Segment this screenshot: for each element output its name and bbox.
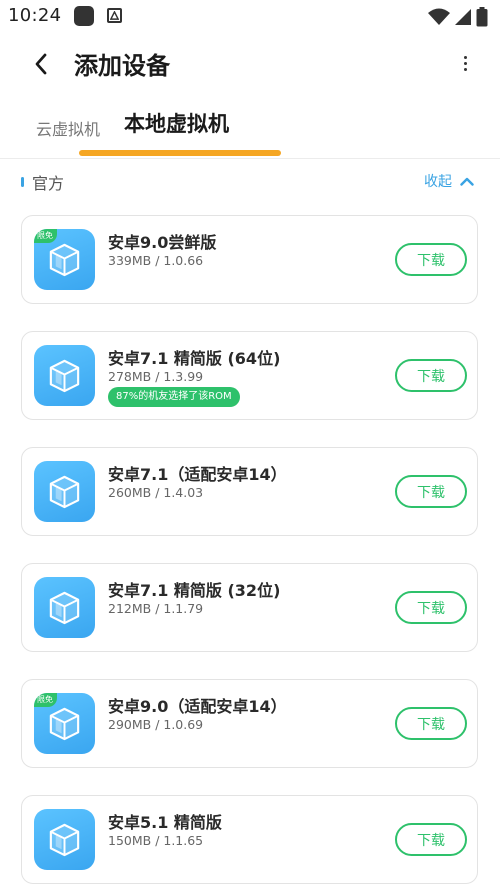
rom-card[interactable]: 限免 安卓9.0（适配安卓14） 290MB / 1.0.69 下载 xyxy=(21,679,478,768)
cube-icon xyxy=(49,359,80,393)
rom-name: 安卓5.1 精简版 xyxy=(108,813,222,832)
download-button[interactable]: 下载 xyxy=(395,243,467,276)
more-dot-icon xyxy=(463,55,467,59)
tab-bar: 云虚拟机 本地虚拟机 xyxy=(0,100,500,158)
rom-app-icon xyxy=(34,461,95,522)
app-bar: 添加设备 xyxy=(0,34,500,96)
rom-meta: 290MB / 1.0.69 xyxy=(108,717,204,732)
popularity-tag: 87%的机友选择了该ROM xyxy=(108,387,240,407)
rom-name: 安卓7.1 精简版 (64位) xyxy=(108,349,281,368)
more-dot-icon xyxy=(463,61,467,65)
download-button[interactable]: 下载 xyxy=(395,475,467,508)
divider xyxy=(0,158,500,159)
page-title: 添加设备 xyxy=(74,52,170,80)
rom-meta: 260MB / 1.4.03 xyxy=(108,485,204,500)
rom-name: 安卓9.0尝鲜版 xyxy=(108,233,217,252)
collapse-label: 收起 xyxy=(424,174,452,190)
back-arrow-icon xyxy=(35,53,47,75)
rom-card[interactable]: 安卓7.1 精简版 (64位) 278MB / 1.3.99 87%的机友选择了该R… xyxy=(21,331,478,420)
back-button[interactable] xyxy=(26,49,56,79)
status-bar: 10:24 xyxy=(0,0,500,34)
section-header: 官方 收起 xyxy=(0,165,500,197)
free-badge: 限免 xyxy=(34,693,57,707)
rom-app-icon xyxy=(34,809,95,870)
more-options-button[interactable] xyxy=(450,48,480,78)
download-button[interactable]: 下载 xyxy=(395,707,467,740)
status-right xyxy=(428,6,488,28)
collapse-button[interactable]: 收起 xyxy=(424,171,474,191)
section-title: 官方 xyxy=(32,174,65,193)
download-button[interactable]: 下载 xyxy=(395,591,467,624)
notification-app-icon xyxy=(74,6,94,26)
rom-meta: 150MB / 1.1.65 xyxy=(108,833,204,848)
rom-card[interactable]: 限免 安卓9.0尝鲜版 339MB / 1.0.66 下载 xyxy=(21,215,478,304)
battery-icon xyxy=(476,7,488,27)
rom-app-icon xyxy=(34,345,95,406)
rom-meta: 339MB / 1.0.66 xyxy=(108,253,204,268)
cube-icon xyxy=(49,243,80,277)
notification-a-icon xyxy=(107,8,122,23)
more-dot-icon xyxy=(463,67,467,71)
cube-icon xyxy=(49,823,80,857)
signal-icon xyxy=(455,9,471,25)
rom-card[interactable]: 安卓7.1 精简版 (32位) 212MB / 1.1.79 下载 xyxy=(21,563,478,652)
chevron-up-icon xyxy=(460,177,474,186)
free-badge: 限免 xyxy=(34,229,57,243)
tab-cloud-vm[interactable]: 云虚拟机 xyxy=(36,116,100,140)
rom-card[interactable]: 安卓7.1（适配安卓14） 260MB / 1.4.03 下载 xyxy=(21,447,478,536)
download-button[interactable]: 下载 xyxy=(395,823,467,856)
cube-icon xyxy=(49,591,80,625)
rom-app-icon: 限免 xyxy=(34,693,95,754)
rom-card[interactable]: 安卓5.1 精简版 150MB / 1.1.65 下载 xyxy=(21,795,478,884)
rom-name: 安卓7.1 精简版 (32位) xyxy=(108,581,281,600)
rom-app-icon: 限免 xyxy=(34,229,95,290)
screen: 10:24 添加设备 云虚拟机 本地虚拟机 官方 收起 限免 安卓9.0尝鲜版 … xyxy=(0,0,500,888)
rom-list: 限免 安卓9.0尝鲜版 339MB / 1.0.66 下载 安卓7.1 精简版 (64位… xyxy=(21,215,478,888)
tab-local-vm[interactable]: 本地虚拟机 xyxy=(124,108,229,138)
rom-app-icon xyxy=(34,577,95,638)
rom-name: 安卓7.1（适配安卓14） xyxy=(108,465,287,484)
rom-meta: 278MB / 1.3.99 xyxy=(108,369,204,384)
section-marker xyxy=(21,177,24,187)
status-time: 10:24 xyxy=(8,5,62,26)
wifi-icon xyxy=(428,8,450,25)
cube-icon xyxy=(49,475,80,509)
tab-indicator xyxy=(79,150,281,156)
rom-name: 安卓9.0（适配安卓14） xyxy=(108,697,287,716)
rom-meta: 212MB / 1.1.79 xyxy=(108,601,204,616)
download-button[interactable]: 下载 xyxy=(395,359,467,392)
cube-icon xyxy=(49,707,80,741)
